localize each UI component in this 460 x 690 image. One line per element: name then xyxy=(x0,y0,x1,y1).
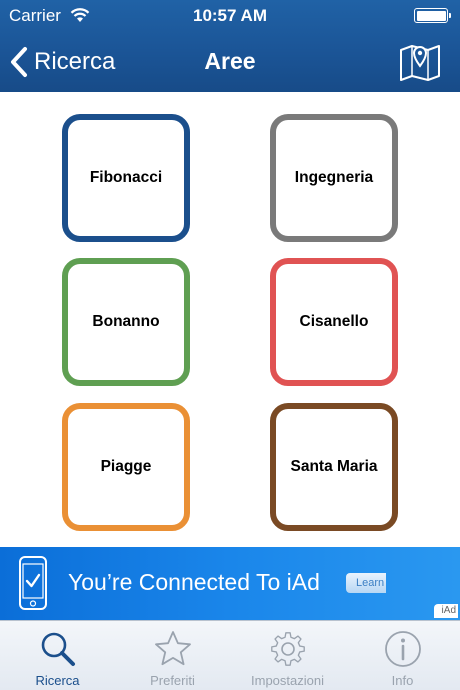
areas-grid: Fibonacci Ingegneria Bonanno Cisanello P… xyxy=(0,92,460,547)
magnifier-icon xyxy=(41,632,75,666)
area-tile-ingegneria[interactable]: Ingegneria xyxy=(270,114,398,242)
info-icon xyxy=(384,631,421,667)
tab-label: Info xyxy=(391,673,414,688)
tab-label: Preferiti xyxy=(150,673,195,688)
tab-label: Ricerca xyxy=(35,673,80,688)
map-pin-icon[interactable] xyxy=(398,40,442,84)
tab-info[interactable]: Info xyxy=(345,621,460,690)
area-tile-bonanno[interactable]: Bonanno xyxy=(62,258,190,386)
ad-tag: iAd xyxy=(434,604,458,618)
area-tile-label: Ingegneria xyxy=(294,169,374,186)
phone-check-icon xyxy=(19,556,47,610)
area-tile-santa-maria[interactable]: Santa Maria xyxy=(270,403,398,531)
ad-headline: You’re Connected To iAd xyxy=(68,569,320,595)
area-tile-label: Santa Maria xyxy=(290,458,378,475)
area-tile-label: Cisanello xyxy=(299,313,369,330)
clock: 10:57 AM xyxy=(192,6,267,25)
tab-bar: Ricerca Preferiti Impostazioni Info xyxy=(0,620,460,690)
area-tile-cisanello[interactable]: Cisanello xyxy=(270,258,398,386)
battery-icon xyxy=(414,8,451,23)
area-tile-label: Fibonacci xyxy=(89,169,163,186)
top-bar: Carrier 10:57 AM Ricerca Aree xyxy=(0,0,460,92)
iad-banner[interactable]: You’re Connected To iAd Learn More iAd xyxy=(0,547,460,620)
tab-impostazioni[interactable]: Impostazioni xyxy=(230,621,345,690)
tab-ricerca[interactable]: Ricerca xyxy=(0,621,115,690)
tab-label: Impostazioni xyxy=(251,673,324,688)
area-tile-label: Piagge xyxy=(100,458,152,475)
ad-learn-more-button[interactable]: Learn More xyxy=(346,573,386,593)
tab-preferiti[interactable]: Preferiti xyxy=(115,621,230,690)
page-title: Aree xyxy=(204,48,256,74)
navigation-bar: Ricerca Aree xyxy=(0,32,460,92)
area-tile-piagge[interactable]: Piagge xyxy=(62,403,190,531)
area-tile-fibonacci[interactable]: Fibonacci xyxy=(62,114,190,242)
status-bar: Carrier 10:57 AM xyxy=(0,0,460,32)
gear-icon xyxy=(270,632,305,666)
area-tile-label: Bonanno xyxy=(92,313,160,330)
star-icon xyxy=(154,631,191,666)
